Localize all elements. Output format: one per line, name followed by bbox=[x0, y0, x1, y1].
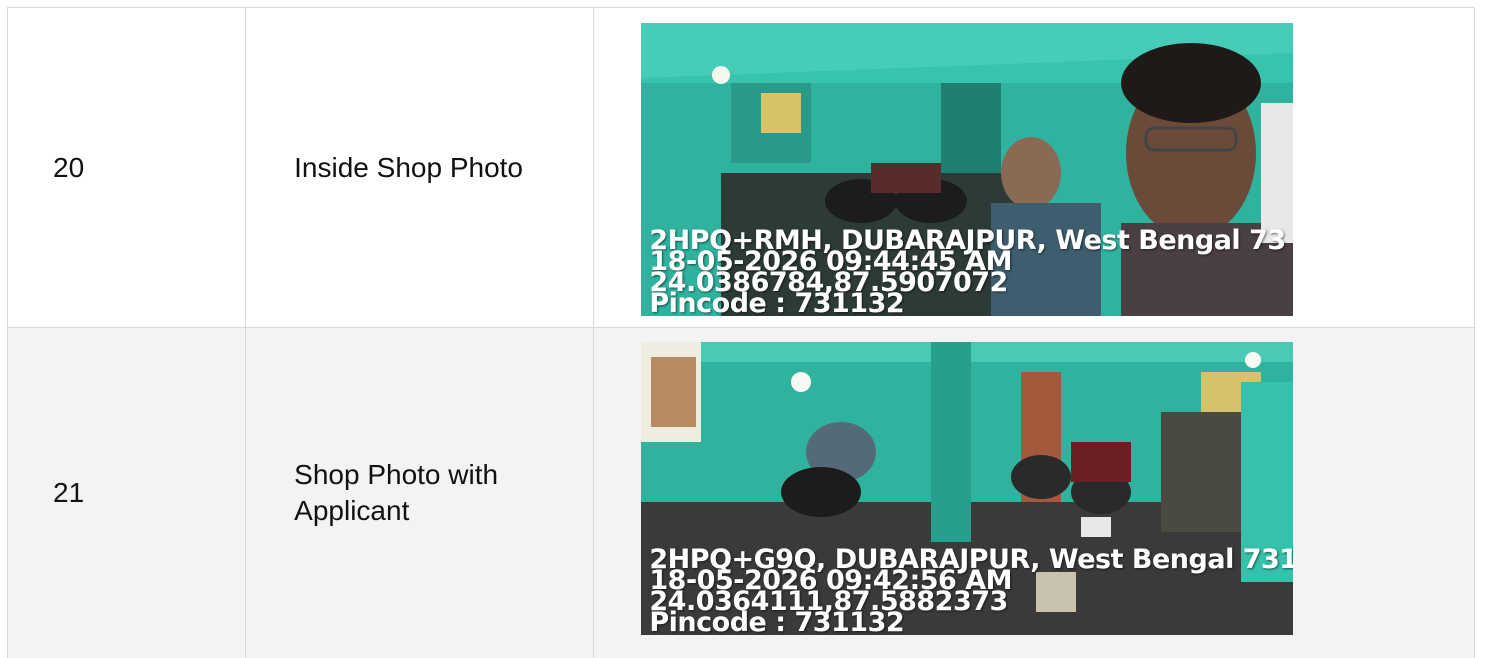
inside-shop-photo: 2HPQ+RMH, DUBARAJPUR, West Bengal 73 18-… bbox=[641, 23, 1293, 316]
row-number: 21 bbox=[8, 328, 246, 658]
photo-cell: 2HPQ+G9Q, DUBARAJPUR, West Bengal 731 18… bbox=[594, 328, 1475, 658]
table-row: 20 Inside Shop Photo bbox=[8, 8, 1475, 328]
table-row: 21 Shop Photo with Applicant bbox=[8, 328, 1475, 658]
photo-geotag-stamp: 2HPQ+G9Q, DUBARAJPUR, West Bengal 731 18… bbox=[649, 549, 1293, 633]
row-number: 20 bbox=[8, 8, 246, 328]
photo-cell: 2HPQ+RMH, DUBARAJPUR, West Bengal 73 18-… bbox=[594, 8, 1475, 328]
shop-photo-with-applicant: 2HPQ+G9Q, DUBARAJPUR, West Bengal 731 18… bbox=[641, 342, 1293, 635]
row-label: Inside Shop Photo bbox=[246, 8, 594, 328]
row-label-line: Applicant bbox=[294, 495, 409, 526]
photo-geotag-stamp: 2HPQ+RMH, DUBARAJPUR, West Bengal 73 18-… bbox=[649, 230, 1285, 314]
row-label: Shop Photo with Applicant bbox=[246, 328, 594, 658]
document-table: 20 Inside Shop Photo bbox=[7, 7, 1475, 658]
row-label-line: Shop Photo with bbox=[294, 459, 498, 490]
